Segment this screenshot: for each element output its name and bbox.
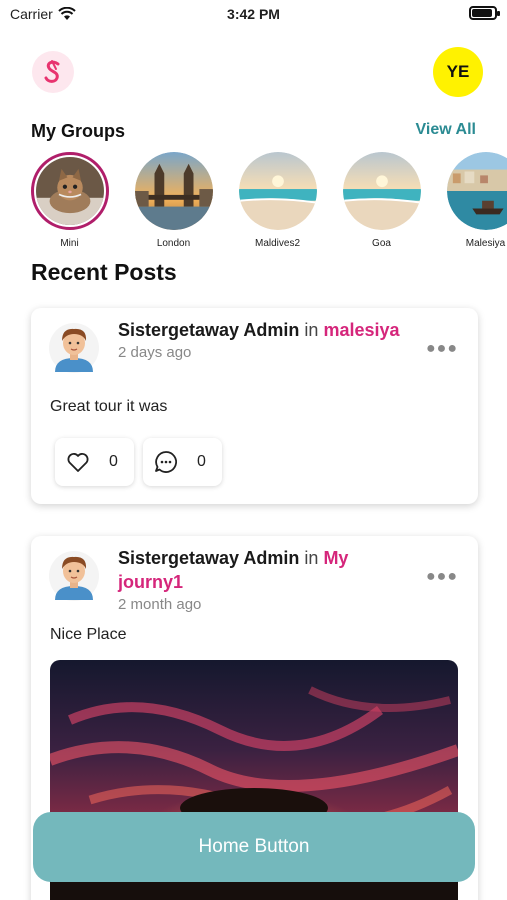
my-groups-title: My Groups	[31, 121, 126, 141]
status-time: 3:42 PM	[227, 6, 280, 22]
battery-icon	[469, 6, 500, 20]
group-item-malesiya[interactable]: Malesiya	[446, 152, 507, 252]
group-thumbnail	[30, 152, 109, 230]
recent-posts-title: Recent Posts	[31, 259, 177, 285]
cat-photo-image	[35, 157, 104, 225]
group-thumbnail	[342, 152, 421, 230]
groups-carousel[interactable]: Mini London Maldives2 Goa Malesiya	[30, 152, 507, 252]
group-label: Malesiya	[465, 238, 506, 249]
logo-s-icon	[44, 60, 60, 83]
author-name[interactable]: Sistergetaway Admin	[118, 320, 299, 340]
post-time: 2 days ago	[118, 344, 192, 361]
comment-count: 0	[197, 453, 206, 470]
harbor-photo-image	[446, 152, 507, 230]
status-bar: Carrier 3:42 PM	[0, 0, 507, 30]
heart-icon	[67, 453, 89, 472]
group-item-mini[interactable]: Mini	[30, 152, 109, 252]
in-word: in	[304, 320, 319, 340]
more-options-icon[interactable]: ●●●	[426, 568, 458, 586]
group-label: Maldives2	[254, 238, 301, 249]
comment-icon	[155, 451, 178, 473]
in-word: in	[304, 548, 319, 568]
more-options-icon[interactable]: ●●●	[426, 340, 458, 358]
group-item-maldives2[interactable]: Maldives2	[238, 152, 317, 252]
comment-button[interactable]: 0	[143, 438, 222, 486]
user-avatar[interactable]: YE	[433, 47, 483, 97]
beach-photo-image	[342, 152, 421, 230]
like-count: 0	[109, 453, 118, 470]
group-item-goa[interactable]: Goa	[342, 152, 421, 252]
post-text: Great tour it was	[50, 398, 168, 415]
group-item-london[interactable]: London	[134, 152, 213, 252]
post-card[interactable]: Sistergetaway Admin in malesiya 2 days a…	[31, 308, 478, 504]
author-avatar	[49, 323, 99, 373]
author-avatar	[49, 551, 99, 601]
author-name[interactable]: Sistergetaway Admin	[118, 548, 299, 568]
app-logo[interactable]	[32, 51, 74, 93]
post-text: Nice Place	[50, 626, 127, 643]
group-label: Goa	[372, 238, 391, 249]
london-bridge-photo-image	[134, 152, 213, 230]
post-header: Sistergetaway Admin in malesiya 2 days a…	[118, 318, 418, 364]
post-group-link[interactable]: malesiya	[323, 320, 399, 340]
group-thumbnail	[134, 152, 213, 230]
beach-photo-image	[238, 152, 317, 230]
post-time: 2 month ago	[118, 596, 202, 613]
group-label: Mini	[60, 238, 79, 249]
group-label: London	[156, 238, 191, 249]
battery-level	[472, 9, 492, 17]
group-thumbnail	[238, 152, 317, 230]
home-button[interactable]: Home Button	[33, 812, 475, 882]
group-thumbnail	[446, 152, 507, 230]
like-button[interactable]: 0	[55, 438, 134, 486]
view-all-link[interactable]: View All	[416, 121, 476, 139]
post-header: Sistergetaway Admin in My journy1 2 mont…	[118, 546, 418, 616]
